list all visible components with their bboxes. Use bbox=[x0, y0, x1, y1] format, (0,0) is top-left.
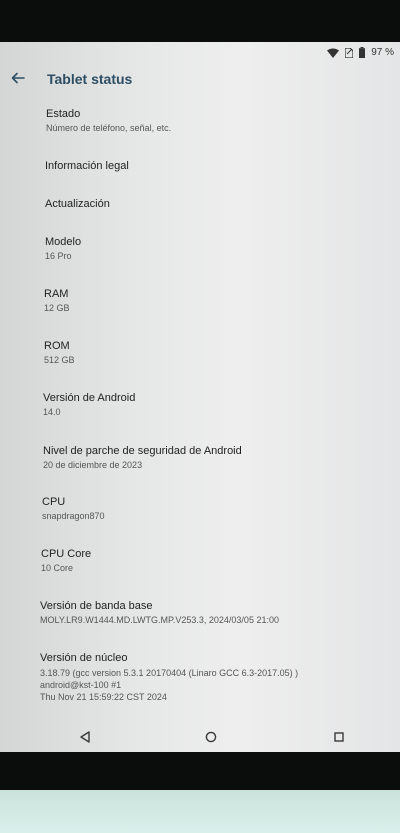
square-recents-icon bbox=[333, 731, 345, 743]
item-title: ROM bbox=[44, 340, 70, 352]
list-item-estado[interactable]: Estado Número de teléfono, señal, etc. bbox=[0, 108, 400, 133]
item-subtitle: 20 de diciembre de 2023 bbox=[43, 460, 143, 470]
kernel-lines: 3.18.79 (gcc version 5.3.1 20170404 (Lin… bbox=[40, 667, 400, 703]
item-subtitle: 10 Core bbox=[41, 563, 74, 573]
item-title: Versión de Android bbox=[43, 392, 136, 404]
item-title: Versión de núcleo bbox=[40, 652, 128, 664]
list-item-rom[interactable]: ROM 512 GB bbox=[0, 340, 400, 365]
item-subtitle: 512 GB bbox=[44, 355, 75, 365]
app-bar: Tablet status bbox=[0, 62, 400, 98]
list-item-informacion-legal[interactable]: Información legal bbox=[0, 160, 400, 172]
item-subtitle: 12 GB bbox=[44, 303, 70, 313]
kernel-line: Thu Nov 21 15:59:22 CST 2024 bbox=[40, 692, 167, 702]
item-title: CPU bbox=[42, 496, 66, 508]
list-item-security-patch[interactable]: Nivel de parche de seguridad de Android … bbox=[0, 445, 400, 470]
item-subtitle: 14.0 bbox=[43, 407, 61, 417]
item-title: RAM bbox=[44, 288, 69, 300]
wifi-icon bbox=[327, 48, 340, 58]
arrow-left-icon bbox=[10, 70, 26, 86]
item-subtitle: 16 Pro bbox=[45, 251, 72, 261]
item-subtitle: Número de teléfono, señal, etc. bbox=[46, 123, 172, 133]
triangle-back-icon bbox=[79, 731, 91, 743]
kernel-line: 3.18.79 (gcc version 5.3.1 20170404 (Lin… bbox=[40, 668, 299, 678]
list-item-kernel[interactable]: Versión de núcleo 3.18.79 (gcc version 5… bbox=[0, 652, 400, 703]
nav-back-button[interactable] bbox=[74, 728, 96, 746]
list-item-cpu-core[interactable]: CPU Core 10 Core bbox=[0, 548, 400, 573]
page-title: Tablet status bbox=[47, 71, 133, 87]
circle-home-icon bbox=[205, 731, 217, 743]
list-item-cpu[interactable]: CPU snapdragon870 bbox=[0, 496, 400, 521]
item-title: Modelo bbox=[45, 236, 82, 248]
device-case-bottom bbox=[0, 790, 400, 833]
item-title: Estado bbox=[46, 108, 81, 120]
item-subtitle: MOLY.LR9.W1444.MD.LWTG.MP.V253.3, 2024/0… bbox=[40, 615, 279, 625]
device-bezel-top bbox=[0, 0, 400, 42]
navigation-bar bbox=[0, 720, 400, 752]
device-bezel-bottom bbox=[0, 752, 400, 790]
item-title: Actualización bbox=[45, 198, 110, 210]
battery-percent: 97 % bbox=[371, 47, 394, 58]
item-title: CPU Core bbox=[41, 548, 92, 560]
back-button[interactable] bbox=[8, 68, 28, 88]
kernel-line: android@kst-100 #1 bbox=[40, 680, 122, 690]
item-subtitle: snapdragon870 bbox=[42, 511, 105, 521]
list-item-modelo[interactable]: Modelo 16 Pro bbox=[0, 236, 400, 261]
screen: 97 % Tablet status Estado Número de telé… bbox=[0, 42, 400, 752]
nav-home-button[interactable] bbox=[200, 728, 222, 746]
battery-icon bbox=[359, 47, 366, 58]
status-bar: 97 % bbox=[0, 42, 400, 62]
status-icons: 97 % bbox=[327, 47, 394, 58]
sim-icon bbox=[345, 47, 354, 58]
item-title: Nivel de parche de seguridad de Android bbox=[43, 445, 242, 457]
item-title: Versión de banda base bbox=[40, 600, 153, 612]
item-title: Información legal bbox=[45, 160, 129, 172]
nav-recents-button[interactable] bbox=[328, 728, 350, 746]
list-item-baseband[interactable]: Versión de banda base MOLY.LR9.W1444.MD.… bbox=[0, 600, 400, 625]
list-item-ram[interactable]: RAM 12 GB bbox=[0, 288, 400, 313]
list-item-version-android[interactable]: Versión de Android 14.0 bbox=[0, 392, 400, 417]
list-item-actualizacion[interactable]: Actualización bbox=[0, 198, 400, 210]
